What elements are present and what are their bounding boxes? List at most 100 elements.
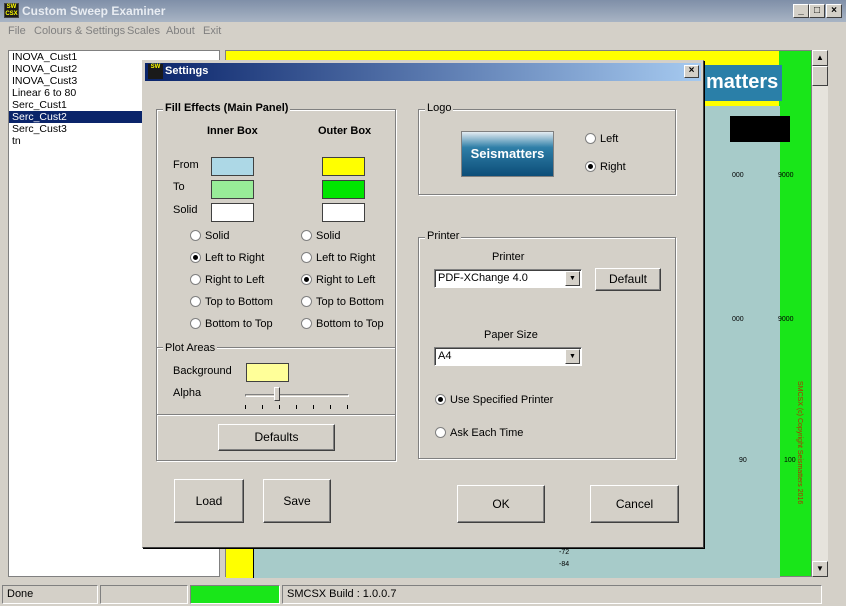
maximize-button[interactable]: □: [809, 4, 825, 18]
radio-circle-icon: [190, 295, 201, 307]
logo-radio-left[interactable]: Left: [585, 132, 618, 146]
tick-label: 000: [732, 316, 744, 323]
radio-circle-icon: [585, 160, 596, 172]
logo-radio-right[interactable]: Right: [585, 160, 626, 174]
logo-label: Logo: [425, 102, 454, 114]
inner-radio-bottom-to-top[interactable]: Bottom to Top: [190, 317, 273, 331]
inner-radio-right-to-left[interactable]: Right to Left: [190, 273, 264, 287]
dialog-icon: SW: [148, 64, 163, 79]
menu-file[interactable]: File: [8, 25, 26, 37]
menu-scales[interactable]: Scales: [127, 25, 160, 37]
save-button[interactable]: Save: [263, 479, 331, 523]
logo-group: Logo Seismatters Left Right: [418, 102, 676, 195]
status-progress: [190, 585, 280, 604]
paper-size-select[interactable]: A4 ▼: [434, 347, 582, 366]
copyright-text: SMCSX (c) Copyright Seismatters 2016: [796, 381, 803, 505]
scroll-down-icon[interactable]: ▼: [812, 561, 828, 577]
radio-circle-icon: [435, 426, 446, 438]
load-button[interactable]: Load: [174, 479, 244, 523]
radio-use-specified-printer[interactable]: Use Specified Printer: [435, 393, 553, 407]
tick-label: -84: [559, 561, 570, 568]
tick-label: 9000: [778, 172, 794, 179]
fill-effects-label: Fill Effects (Main Panel): [163, 102, 291, 114]
scroll-up-icon[interactable]: ▲: [812, 50, 828, 66]
vertical-scrollbar[interactable]: ▲ ▼: [812, 50, 828, 577]
alpha-slider-ticks: [245, 405, 349, 409]
app-icon: SW CSX: [4, 3, 19, 18]
title-bar: SW CSX Custom Sweep Examiner _ □ ×: [0, 0, 846, 22]
printer-group-label: Printer: [425, 230, 462, 242]
tick-label: 90: [739, 457, 747, 464]
settings-dialog: SW Settings × Fill Effects (Main Panel) …: [142, 60, 704, 548]
menu-bar: File Colours & Settings Scales About Exi…: [0, 22, 846, 42]
minimize-button[interactable]: _: [793, 4, 809, 18]
window-title: Custom Sweep Examiner: [22, 4, 166, 18]
seismatters-logo: Seismatters: [461, 131, 554, 177]
radio-circle-icon: [190, 317, 201, 329]
inner-radio-top-to-bottom[interactable]: Top to Bottom: [190, 295, 273, 309]
outer-radio-right-to-left[interactable]: Right to Left: [301, 273, 375, 287]
inner-radio-solid[interactable]: Solid: [190, 229, 229, 243]
outer-solid-color-swatch[interactable]: [322, 203, 365, 222]
tick-label: 000: [732, 172, 744, 179]
default-printer-button[interactable]: Default: [595, 268, 661, 291]
dialog-title-bar: SW Settings ×: [145, 63, 701, 81]
background-color-swatch[interactable]: [246, 363, 289, 382]
alpha-slider-thumb[interactable]: [274, 387, 281, 401]
radio-circle-icon: [190, 229, 201, 241]
radio-circle-icon: [435, 393, 446, 405]
build-label: SMCSX Build : 1.0.0.7: [282, 585, 822, 604]
ok-button[interactable]: OK: [457, 485, 545, 523]
radio-circle-icon: [301, 295, 312, 307]
status-text: Done: [2, 585, 98, 604]
status-panel: [100, 585, 188, 604]
inner-from-color-swatch[interactable]: [211, 157, 254, 176]
status-bar: Done SMCSX Build : 1.0.0.7: [0, 583, 846, 606]
plot-areas-label: Plot Areas: [163, 342, 218, 354]
radio-circle-icon: [301, 273, 312, 285]
close-button[interactable]: ×: [826, 4, 842, 18]
inner-radio-left-to-right[interactable]: Left to Right: [190, 251, 264, 265]
radio-ask-each-time[interactable]: Ask Each Time: [435, 426, 523, 440]
menu-exit[interactable]: Exit: [203, 25, 221, 37]
outer-to-color-swatch[interactable]: [322, 180, 365, 199]
menu-colours-settings[interactable]: Colours & Settings: [34, 25, 125, 37]
cancel-button[interactable]: Cancel: [590, 485, 679, 523]
background-label: Background: [173, 365, 232, 377]
radio-circle-icon: [301, 251, 312, 263]
tick-label: 100: [784, 457, 796, 464]
plot-dark-strip: [730, 116, 790, 142]
inner-box-header: Inner Box: [207, 125, 258, 137]
outer-radio-solid[interactable]: Solid: [301, 229, 340, 243]
from-label: From: [173, 159, 199, 171]
alpha-label: Alpha: [173, 387, 202, 399]
radio-circle-icon: [585, 132, 596, 144]
dropdown-arrow-icon[interactable]: ▼: [565, 349, 580, 364]
outer-box-header: Outer Box: [318, 125, 372, 137]
radio-circle-icon: [301, 317, 312, 329]
printer-label: Printer: [492, 251, 525, 263]
radio-circle-icon: [301, 229, 312, 241]
dialog-close-button[interactable]: ×: [684, 65, 699, 78]
defaults-divider: [157, 414, 395, 415]
dialog-title: Settings: [165, 65, 209, 77]
defaults-button[interactable]: Defaults: [218, 424, 335, 451]
outer-radio-top-to-bottom[interactable]: Top to Bottom: [301, 295, 384, 309]
dropdown-arrow-icon[interactable]: ▼: [565, 271, 580, 286]
logo-banner: matters: [704, 65, 782, 101]
to-label: To: [173, 181, 185, 193]
radio-circle-icon: [190, 251, 201, 263]
outer-radio-left-to-right[interactable]: Left to Right: [301, 251, 375, 265]
fill-effects-group: Fill Effects (Main Panel) Inner Box Oute…: [156, 102, 396, 461]
scroll-thumb[interactable]: [812, 66, 828, 86]
menu-about[interactable]: About: [166, 25, 195, 37]
inner-to-color-swatch[interactable]: [211, 180, 254, 199]
inner-solid-color-swatch[interactable]: [211, 203, 254, 222]
outer-radio-bottom-to-top[interactable]: Bottom to Top: [301, 317, 384, 331]
paper-size-label: Paper Size: [484, 329, 538, 341]
printer-select[interactable]: PDF-XChange 4.0 ▼: [434, 269, 582, 288]
outer-from-color-swatch[interactable]: [322, 157, 365, 176]
alpha-slider-track[interactable]: [245, 394, 349, 397]
solid-label: Solid: [173, 204, 198, 216]
printer-group: Printer Printer PDF-XChange 4.0 ▼ Defaul…: [418, 230, 676, 459]
